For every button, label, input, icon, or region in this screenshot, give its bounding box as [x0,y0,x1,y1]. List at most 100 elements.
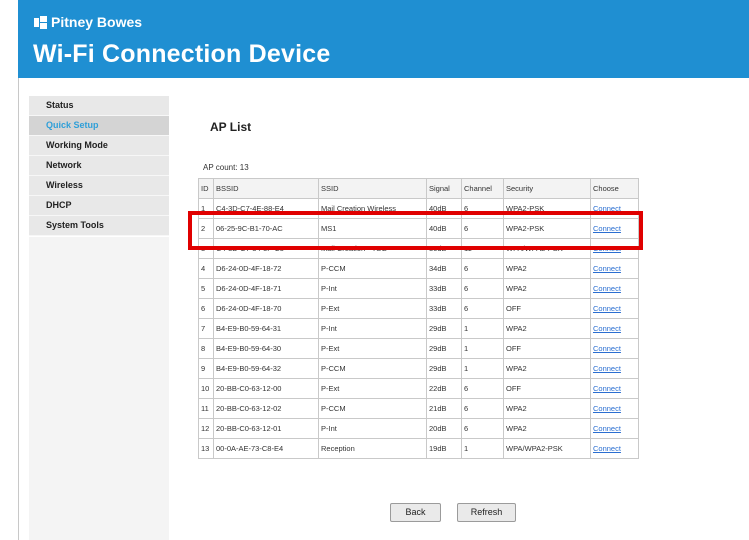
back-button[interactable]: Back [390,503,441,522]
ap-bssid: B4-E9-B0-59-64-32 [213,358,319,379]
ap-signal: 19dB [426,438,462,459]
ap-ssid: Reception [318,438,427,459]
connect-cell: Connect [590,258,639,279]
ap-ssid: P-CCM [318,398,427,419]
ap-channel: 6 [461,298,504,319]
ap-security: OFF [503,298,591,319]
ap-ssid: P-Int [318,418,427,439]
connect-link[interactable]: Connect [593,444,621,453]
header-bar: Pitney Bowes Wi-Fi Connection Device [18,0,749,78]
column-header-channel: Channel [461,178,504,199]
ap-bssid: D6-24-0D-4F-18-72 [213,258,319,279]
highlight-box [188,211,643,250]
ap-signal: 20dB [426,418,462,439]
ap-signal: 34dB [426,258,462,279]
ap-count: AP count: 13 [203,163,249,172]
ap-id: 10 [198,378,214,399]
ap-signal: 21dB [426,398,462,419]
refresh-button[interactable]: Refresh [457,503,516,522]
ap-count-label: AP count: [203,163,238,172]
page-title: Wi-Fi Connection Device [33,40,331,68]
column-header-choose: Choose [590,178,639,199]
ap-security: WPA2 [503,258,591,279]
ap-bssid: 20-BB-C0-63-12-01 [213,418,319,439]
ap-channel: 1 [461,318,504,339]
ap-channel: 6 [461,278,504,299]
connect-link[interactable]: Connect [593,384,621,393]
main-panel: AP List AP count: 13 ID BSSID SSID Signal Ch… [170,78,749,540]
connect-cell: Connect [590,438,639,459]
ap-bssid: B4-E9-B0-59-64-31 [213,318,319,339]
ap-id: 4 [198,258,214,279]
connect-cell: Connect [590,418,639,439]
ap-channel: 6 [461,418,504,439]
ap-signal: 29dB [426,358,462,379]
sidebar-item-system-tools[interactable]: System Tools [29,216,169,236]
connect-cell: Connect [590,298,639,319]
connect-link[interactable]: Connect [593,324,621,333]
ap-signal: 33dB [426,298,462,319]
pitney-bowes-logo-icon [34,16,47,29]
ap-security: OFF [503,338,591,359]
ap-channel: 1 [461,358,504,379]
ap-ssid: P-Ext [318,338,427,359]
table-row: 7 B4-E9-B0-59-64-31 P-Int 29dB 1 WPA2 Connect [198,318,639,339]
ap-id: 5 [198,278,214,299]
sidebar-item-working-mode[interactable]: Working Mode [29,136,169,156]
ap-ssid: P-Ext [318,298,427,319]
ap-ssid: P-CCM [318,258,427,279]
ap-security: WPA2 [503,278,591,299]
ap-id: 12 [198,418,214,439]
ap-channel: 6 [461,378,504,399]
ap-security: WPA2 [503,398,591,419]
ap-channel: 6 [461,258,504,279]
ap-bssid: D6-24-0D-4F-18-71 [213,278,319,299]
connect-link[interactable]: Connect [593,344,621,353]
table-row: 4 D6-24-0D-4F-18-72 P-CCM 34dB 6 WPA2 Connect [198,258,639,279]
sidebar-item-network[interactable]: Network [29,156,169,176]
table-row: 8 B4-E9-B0-59-64-30 P-Ext 29dB 1 OFF Connect [198,338,639,359]
ap-ssid: P-Ext [318,378,427,399]
column-header-id: ID [198,178,214,199]
ap-security: OFF [503,378,591,399]
connect-link[interactable]: Connect [593,264,621,273]
connect-link[interactable]: Connect [593,364,621,373]
connect-link[interactable]: Connect [593,424,621,433]
ap-signal: 33dB [426,278,462,299]
sidebar-item-wireless[interactable]: Wireless [29,176,169,196]
column-header-ssid: SSID [318,178,427,199]
column-header-bssid: BSSID [213,178,319,199]
ap-signal: 22dB [426,378,462,399]
table-row: 10 20-BB-C0-63-12-00 P-Ext 22dB 6 OFF Connect [198,378,639,399]
connect-cell: Connect [590,278,639,299]
ap-id: 11 [198,398,214,419]
ap-bssid: D6-24-0D-4F-18-70 [213,298,319,319]
column-header-signal: Signal [426,178,462,199]
sidebar-item-status[interactable]: Status [29,96,169,116]
ap-id: 9 [198,358,214,379]
ap-security: WPA2 [503,358,591,379]
ap-bssid: 20-BB-C0-63-12-00 [213,378,319,399]
connect-cell: Connect [590,378,639,399]
sidebar-item-quick-setup[interactable]: Quick Setup [29,116,169,136]
connect-cell: Connect [590,398,639,419]
connect-link[interactable]: Connect [593,284,621,293]
sidebar-nav: Status Quick Setup Working Mode Network Wire… [29,96,169,236]
ap-ssid: P-Int [318,318,427,339]
connect-link[interactable]: Connect [593,304,621,313]
ap-ssid: P-Int [318,278,427,299]
ap-security: WPA/WPA2-PSK [503,438,591,459]
table-header-row: ID BSSID SSID Signal Channel Security Choose [198,178,639,199]
ap-channel: 1 [461,438,504,459]
ap-list-title: AP List [210,120,252,134]
sidebar-background [29,237,169,540]
ap-bssid: B4-E9-B0-59-64-30 [213,338,319,359]
sidebar-item-dhcp[interactable]: DHCP [29,196,169,216]
table-row: 11 20-BB-C0-63-12-02 P-CCM 21dB 6 WPA2 Connect [198,398,639,419]
connect-link[interactable]: Connect [593,404,621,413]
table-row: 9 B4-E9-B0-59-64-32 P-CCM 29dB 1 WPA2 Connect [198,358,639,379]
left-border [18,78,19,540]
table-row: 13 00-0A-AE-73-C8-E4 Reception 19dB 1 WPA/WPA… [198,438,639,459]
ap-id: 6 [198,298,214,319]
ap-channel: 1 [461,338,504,359]
